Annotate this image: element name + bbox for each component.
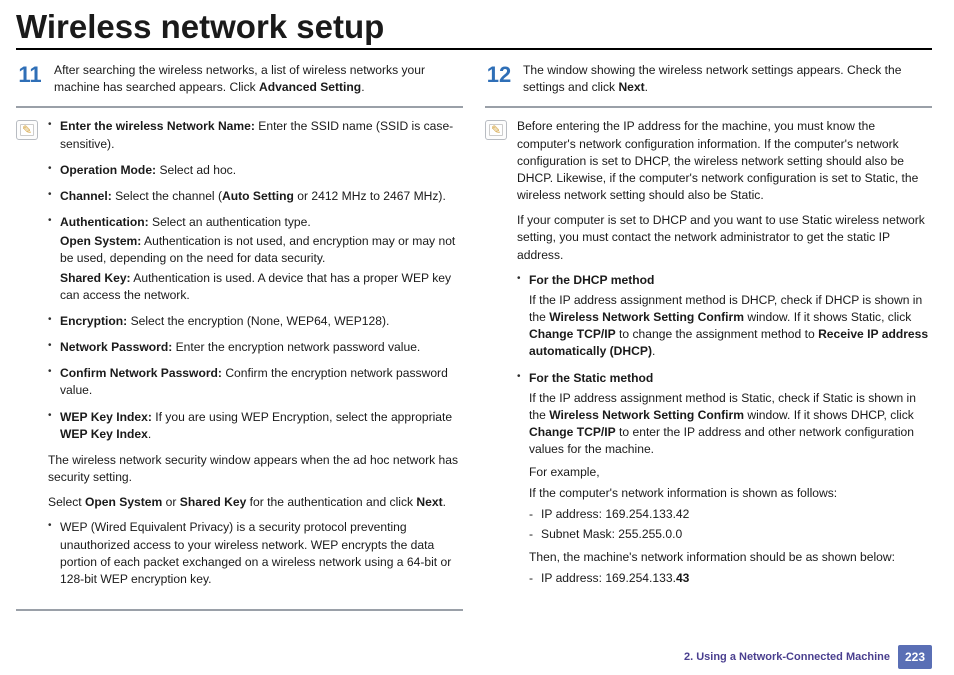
label: WEP Key Index: xyxy=(60,410,152,424)
page-footer: 2. Using a Network-Connected Machine 223 xyxy=(684,645,932,669)
list-item: WEP (Wired Equivalent Privacy) is a secu… xyxy=(48,519,463,588)
list-item: Enter the wireless Network Name: Enter t… xyxy=(48,118,463,152)
list-item: Authentication: Select an authentication… xyxy=(48,214,463,304)
bold: Wireless Network Setting Confirm xyxy=(549,310,744,324)
step-number: 12 xyxy=(485,64,513,96)
example-result: IP address: 169.254.133.43 xyxy=(529,570,932,587)
manual-page: Wireless network setup 11 After searchin… xyxy=(0,0,954,675)
text: . xyxy=(443,495,446,509)
text: . xyxy=(645,80,648,94)
right-column: 12 The window showing the wireless netwo… xyxy=(485,62,932,611)
label: Network Password: xyxy=(60,340,172,354)
label: Enter the wireless Network Name: xyxy=(60,119,255,133)
wep-list: WEP (Wired Equivalent Privacy) is a secu… xyxy=(48,519,463,588)
bold: Auto Setting xyxy=(222,189,294,203)
step-body: The window showing the wireless network … xyxy=(523,62,932,96)
left-column: 11 After searching the wireless networks… xyxy=(16,62,463,611)
content-columns: 11 After searching the wireless networks… xyxy=(16,62,932,611)
paragraph: If your computer is set to DHCP and you … xyxy=(517,212,932,264)
note-body: Before entering the IP address for the m… xyxy=(517,118,932,596)
list-item: IP address: 169.254.133.42 xyxy=(529,506,932,523)
text: . xyxy=(361,80,364,94)
step-body: After searching the wireless networks, a… xyxy=(54,62,463,96)
list-item: Channel: Select the channel (Auto Settin… xyxy=(48,188,463,205)
method-list: For the DHCP method If the IP address as… xyxy=(517,272,932,588)
bold: WEP Key Index xyxy=(60,427,148,441)
text: or 2412 MHz to 2467 MHz). xyxy=(294,189,446,203)
paragraph: Before entering the IP address for the m… xyxy=(517,118,932,204)
text: Select ad hoc. xyxy=(156,163,236,177)
text: . xyxy=(652,344,655,358)
list-item: For the DHCP method If the IP address as… xyxy=(517,272,932,361)
step-12: 12 The window showing the wireless netwo… xyxy=(485,62,932,96)
text: After searching the wireless networks, a… xyxy=(54,63,425,94)
example-values: IP address: 169.254.133.42 Subnet Mask: … xyxy=(529,506,932,543)
bold: Open System xyxy=(85,495,162,509)
page-number: 223 xyxy=(898,645,932,669)
list-item: Subnet Mask: 255.255.0.0 xyxy=(529,526,932,543)
bold: Shared Key xyxy=(180,495,247,509)
list-item: Network Password: Enter the encryption n… xyxy=(48,339,463,356)
chapter-label: 2. Using a Network-Connected Machine xyxy=(684,651,890,663)
paragraph: The wireless network security window app… xyxy=(48,452,463,486)
note-icon xyxy=(16,120,38,140)
bold: Next xyxy=(416,495,442,509)
example-intro: If the computer's network information is… xyxy=(529,485,932,502)
note-box-left: Enter the wireless Network Name: Enter t… xyxy=(16,106,463,611)
list-item: Confirm Network Password: Confirm the en… xyxy=(48,365,463,399)
text: to change the assignment method to xyxy=(616,327,818,341)
settings-list: Enter the wireless Network Name: Enter t… xyxy=(48,118,463,443)
label: Operation Mode: xyxy=(60,163,156,177)
text: window. If it shows Static, click xyxy=(744,310,911,324)
example-label: For example, xyxy=(529,464,932,481)
example-then: Then, the machine's network information … xyxy=(529,549,932,566)
paragraph: Select Open System or Shared Key for the… xyxy=(48,494,463,511)
text: Select the channel ( xyxy=(112,189,222,203)
list-item: IP address: 169.254.133.43 xyxy=(529,570,932,587)
bold: Change TCP/IP xyxy=(529,425,616,439)
bold: 43 xyxy=(676,571,689,585)
bold: Open System: xyxy=(60,234,141,248)
text: window. If it shows DHCP, click xyxy=(744,408,914,422)
method-title: For the Static method xyxy=(529,371,653,385)
bold: Shared Key: xyxy=(60,271,131,285)
ui-label: Next xyxy=(618,80,644,94)
text: The window showing the wireless network … xyxy=(523,63,901,94)
step-11: 11 After searching the wireless networks… xyxy=(16,62,463,96)
text: Select the encryption (None, WEP64, WEP1… xyxy=(127,314,389,328)
note-icon xyxy=(485,120,507,140)
label: Channel: xyxy=(60,189,112,203)
text: Select xyxy=(48,495,85,509)
page-title: Wireless network setup xyxy=(16,8,932,50)
label: Encryption: xyxy=(60,314,127,328)
note-box-right: Before entering the IP address for the m… xyxy=(485,106,932,596)
text: . xyxy=(148,427,151,441)
list-item: Encryption: Select the encryption (None,… xyxy=(48,313,463,330)
list-item: For the Static method If the IP address … xyxy=(517,370,932,588)
text: Select an authentication type. xyxy=(149,215,311,229)
step-number: 11 xyxy=(16,64,44,96)
label: Authentication: xyxy=(60,215,149,229)
text: IP address: 169.254.133. xyxy=(541,571,676,585)
bold: Wireless Network Setting Confirm xyxy=(549,408,744,422)
label: Confirm Network Password: xyxy=(60,366,222,380)
list-item: WEP Key Index: If you are using WEP Encr… xyxy=(48,409,463,443)
text: or xyxy=(162,495,179,509)
list-item: Operation Mode: Select ad hoc. xyxy=(48,162,463,179)
note-body: Enter the wireless Network Name: Enter t… xyxy=(48,118,463,597)
bold: Change TCP/IP xyxy=(529,327,616,341)
text: for the authentication and click xyxy=(246,495,416,509)
ui-label: Advanced Setting xyxy=(259,80,361,94)
text: If you are using WEP Encryption, select … xyxy=(152,410,452,424)
text: Enter the encryption network password va… xyxy=(172,340,420,354)
method-title: For the DHCP method xyxy=(529,273,654,287)
